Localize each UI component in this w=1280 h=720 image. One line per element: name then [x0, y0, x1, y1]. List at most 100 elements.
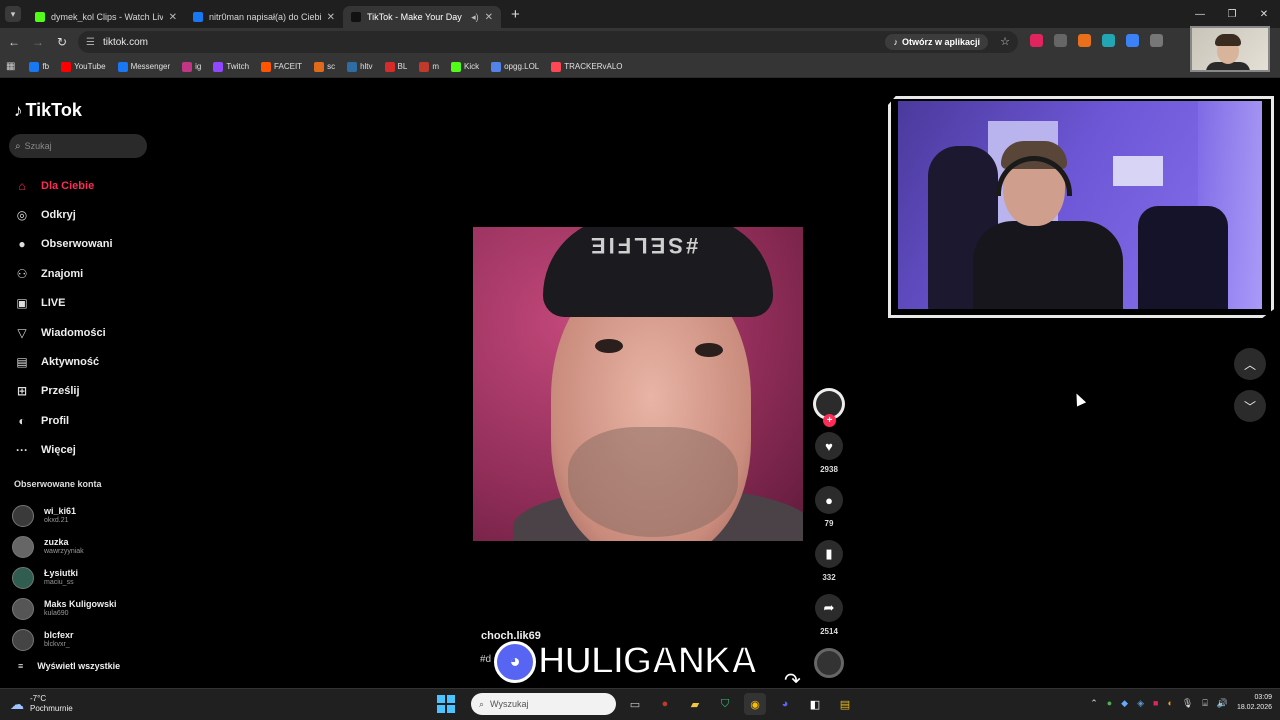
bookmark-star-icon[interactable]: ☆: [1000, 35, 1010, 48]
music-disc-icon[interactable]: [814, 648, 844, 678]
tab-title: dymek_kol Clips - Watch Live o: [51, 12, 163, 22]
browser-tab[interactable]: nitr0man napisał(a) do Ciebie ✕: [185, 6, 343, 28]
windows-start-icon[interactable]: [437, 695, 455, 713]
heart-icon[interactable]: ♥: [815, 432, 843, 460]
back-button[interactable]: ←: [2, 35, 26, 49]
sidebar-item-więcej[interactable]: ··· Więcej: [12, 436, 113, 465]
weather-widget[interactable]: ☁ -7°C Pochmurnie: [10, 694, 73, 714]
sidebar-item-odkryj[interactable]: ◎ Odkryj: [12, 200, 113, 229]
bookmark-item[interactable]: ig: [182, 61, 201, 72]
next-video-button[interactable]: ﹀: [1234, 390, 1266, 422]
sidebar-item-live[interactable]: ▣ LIVE: [12, 289, 113, 318]
extensions-puzzle-icon[interactable]: [1150, 34, 1163, 47]
tray-icon[interactable]: ◈: [1137, 698, 1144, 709]
following-account[interactable]: zuzka wawrzyyniak: [12, 531, 117, 562]
bookmark-item[interactable]: Kick: [450, 61, 479, 72]
comment-action[interactable]: ● 79: [815, 486, 843, 528]
extensions-bar: [1030, 34, 1163, 47]
bookmark-item[interactable]: fb: [29, 61, 49, 72]
speaker-icon[interactable]: ◂): [471, 12, 479, 23]
following-account[interactable]: Maks Kuligowski kula690: [12, 593, 117, 624]
search-input[interactable]: ⌕ Szukaj: [9, 134, 147, 158]
site-info-icon[interactable]: ☰: [86, 37, 95, 48]
like-action[interactable]: ♥ 2938: [815, 432, 843, 474]
save-count: 332: [822, 573, 836, 582]
bookmark-icon[interactable]: ▮: [815, 540, 843, 568]
minimize-button[interactable]: —: [1184, 0, 1216, 28]
overlay-text: HULIGANKA: [537, 639, 759, 683]
notes-icon[interactable]: ▤: [834, 693, 856, 715]
sidebar-item-wiadomości[interactable]: ▽ Wiadomości: [12, 318, 113, 347]
bookmark-item[interactable]: FACEIT: [261, 61, 302, 72]
open-in-app-button[interactable]: ♪ Otwórz w aplikacji: [885, 34, 988, 50]
video-player[interactable]: #SELFIE: [473, 227, 803, 541]
sidebar-item-dla-ciebie[interactable]: ⌂ Dla Ciebie: [12, 171, 113, 200]
bookmark-item[interactable]: BL: [384, 61, 407, 72]
extension-icon[interactable]: [1030, 34, 1043, 47]
reload-button[interactable]: ↻: [50, 35, 74, 49]
extension-icon[interactable]: [1078, 34, 1091, 47]
file-explorer-icon[interactable]: ▰: [684, 693, 706, 715]
bookmark-item[interactable]: opgg.LOL: [491, 61, 539, 72]
video-caption[interactable]: #d: [480, 654, 491, 665]
discord-taskbar-icon[interactable]: ◕: [774, 693, 796, 715]
following-account[interactable]: wi_ki61 okxd.21: [12, 500, 117, 531]
share-action[interactable]: ➦ 2514: [815, 594, 843, 636]
bookmark-item[interactable]: Twitch: [213, 61, 249, 72]
sidebar-item-obserwowani[interactable]: ● Obserwowani: [12, 230, 112, 259]
shield-icon[interactable]: ⛉: [714, 693, 736, 715]
tiktok-logo[interactable]: ♪ TikTok: [14, 100, 82, 121]
follow-plus-icon[interactable]: +: [823, 414, 836, 427]
forward-button[interactable]: →: [26, 35, 50, 49]
extension-icon[interactable]: [1054, 34, 1067, 47]
app-red-icon[interactable]: ●: [654, 693, 676, 715]
task-view-icon[interactable]: ▭: [624, 693, 646, 715]
sidebar-item-profil[interactable]: ◐ Profil: [12, 406, 113, 435]
browser-tab[interactable]: dymek_kol Clips - Watch Live o ✕: [27, 6, 185, 28]
tab-favicon-icon: [193, 12, 203, 22]
address-bar[interactable]: ☰ tiktok.com ♪ Otwórz w aplikacji ☆: [78, 31, 1018, 53]
following-account[interactable]: Łysiutki maciu_ss: [12, 562, 117, 593]
tab-search-button[interactable]: ▾: [5, 6, 21, 22]
clock[interactable]: 03:09 18.02.2026: [1237, 693, 1272, 713]
close-tab-icon[interactable]: ✕: [327, 12, 335, 23]
extension-icon[interactable]: [1126, 34, 1139, 47]
comment-icon[interactable]: ●: [815, 486, 843, 514]
following-account[interactable]: blcfexr blckvxr_: [12, 624, 117, 655]
microphone-icon[interactable]: 🎙: [1182, 698, 1193, 709]
steam-icon[interactable]: ◆: [1121, 698, 1128, 709]
bookmark-item[interactable]: YouTube: [61, 61, 106, 72]
bookmark-item[interactable]: sc: [314, 61, 335, 72]
taskbar-search-input[interactable]: ⌕ Wyszukaj: [471, 693, 616, 715]
extension-icon[interactable]: [1102, 34, 1115, 47]
new-tab-button[interactable]: +: [511, 6, 520, 23]
close-tab-icon[interactable]: ✕: [485, 12, 493, 23]
volume-icon[interactable]: 🔊: [1217, 698, 1228, 709]
apps-grid-icon[interactable]: ▦: [6, 61, 15, 72]
previous-video-button[interactable]: ︿: [1234, 348, 1266, 380]
tray-icon[interactable]: ●: [1107, 698, 1112, 708]
tray-icon[interactable]: ◐: [1167, 698, 1172, 708]
bookmark-item[interactable]: TRACKERvALO: [551, 61, 622, 72]
bookmark-item[interactable]: hltv: [347, 61, 373, 72]
sidebar-item-prześlij[interactable]: ⊞ Prześlij: [12, 377, 113, 406]
close-window-button[interactable]: ✕: [1248, 0, 1280, 28]
chevron-up-icon[interactable]: ⌃: [1090, 698, 1098, 709]
see-all-button[interactable]: ≡ Wyświetl wszystkie: [18, 661, 120, 671]
bookmark-item[interactable]: Messenger: [117, 61, 170, 72]
share-arrow-icon[interactable]: ➦: [815, 594, 843, 622]
chrome-icon[interactable]: ◉: [744, 693, 766, 715]
creator-avatar[interactable]: +: [813, 388, 845, 427]
restore-button[interactable]: ❐: [1216, 0, 1248, 28]
sidebar-item-aktywność[interactable]: ▤ Aktywność: [12, 347, 113, 376]
save-action[interactable]: ▮ 332: [815, 540, 843, 582]
network-icon[interactable]: ⌸: [1202, 698, 1207, 709]
app-icon[interactable]: ◧: [804, 693, 826, 715]
bookmark-item[interactable]: m: [419, 61, 439, 72]
sidebar-item-znajomi[interactable]: ⚇ Znajomi: [12, 259, 113, 288]
tray-icon[interactable]: ■: [1153, 698, 1158, 708]
discord-icon: ◕: [494, 640, 536, 683]
url-text: tiktok.com: [102, 36, 148, 48]
close-tab-icon[interactable]: ✕: [169, 12, 177, 23]
browser-tab[interactable]: TikTok - Make Your Day ◂) ✕: [343, 6, 501, 28]
